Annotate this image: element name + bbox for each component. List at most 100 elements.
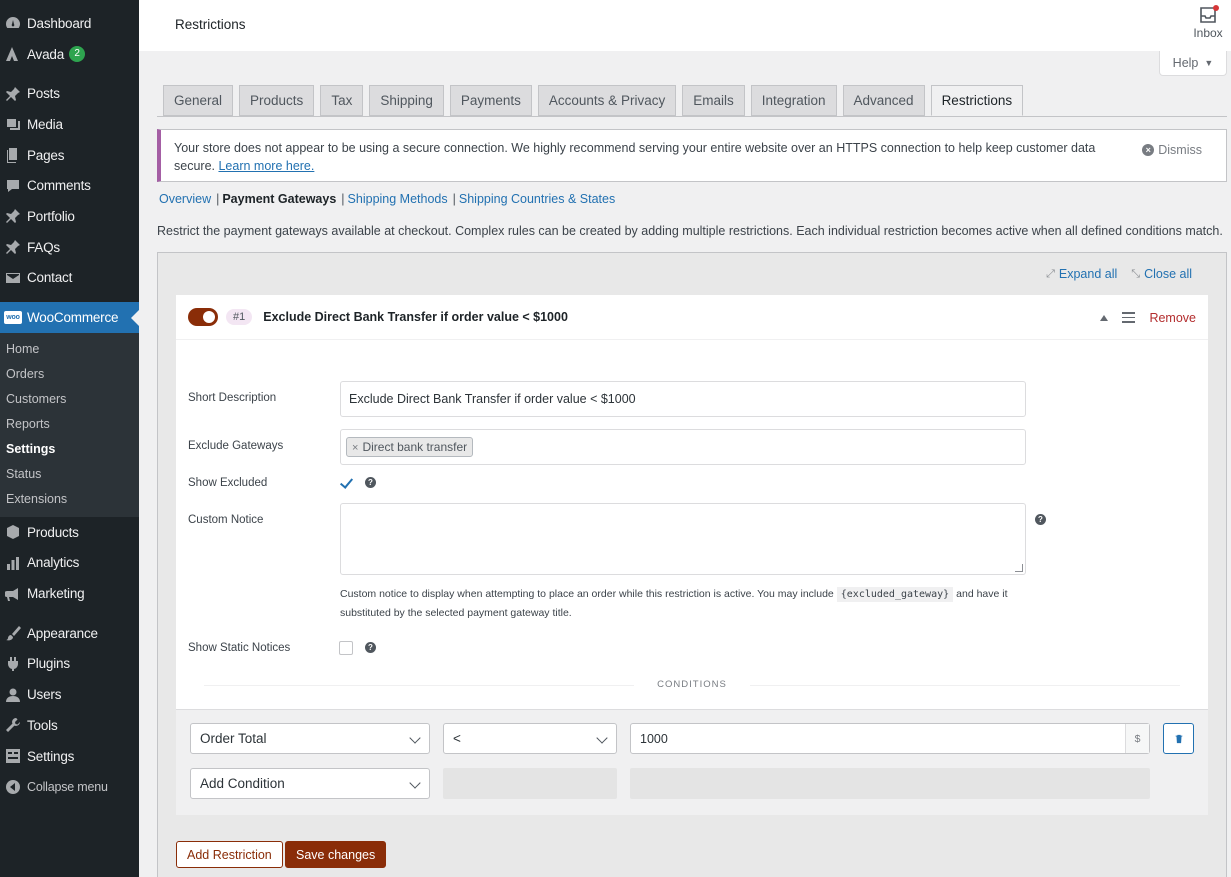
menu-avada-label: Avada	[27, 46, 65, 62]
restriction-number-badge: #1	[226, 309, 253, 325]
subnav-shipping-countries[interactable]: Shipping Countries & States	[459, 192, 615, 206]
show-excluded-checkbox[interactable]	[339, 476, 353, 490]
add-restriction-button[interactable]: Add Restriction	[176, 841, 283, 868]
delete-condition-button[interactable]	[1163, 723, 1194, 754]
menu-portfolio[interactable]: Portfolio	[0, 201, 139, 232]
restriction-header[interactable]: #1 Exclude Direct Bank Transfer if order…	[176, 295, 1208, 340]
value-placeholder	[630, 768, 1150, 799]
close-all-label: Close all	[1144, 267, 1192, 281]
tab-shipping[interactable]: Shipping	[369, 85, 444, 116]
marketing-icon	[4, 585, 21, 602]
menu-comments[interactable]: Comments	[0, 170, 139, 201]
menu-users[interactable]: Users	[0, 679, 139, 710]
update-count-badge: 2	[69, 46, 86, 63]
tab-emails[interactable]: Emails	[682, 85, 745, 116]
learn-more-link[interactable]: Learn more here.	[218, 159, 314, 173]
collapse-caret-icon[interactable]	[1100, 314, 1109, 321]
condition-value-input[interactable]: 1000 $	[630, 723, 1150, 754]
custom-notice-label: Custom Notice	[188, 514, 264, 526]
menu-posts[interactable]: Posts	[0, 78, 139, 109]
exclude-gateways-select[interactable]: × Direct bank transfer	[340, 429, 1026, 465]
collapse-menu-label: Collapse menu	[27, 779, 108, 794]
submenu-home[interactable]: Home	[0, 337, 139, 362]
menu-users-label: Users	[27, 687, 62, 703]
menu-avada[interactable]: Avada 2	[0, 39, 139, 70]
subnav-payment-gateways[interactable]: Payment Gateways	[222, 192, 336, 206]
tab-integration[interactable]: Integration	[750, 85, 837, 116]
expand-all-link[interactable]: ⤢ Expand all	[1046, 267, 1117, 281]
menu-pages[interactable]: Pages	[0, 140, 139, 171]
menu-contact-label: Contact	[27, 270, 73, 286]
menu-settings[interactable]: Settings	[0, 741, 139, 772]
woocommerce-submenu: Home Orders Customers Reports Settings S…	[0, 332, 139, 517]
add-condition-label: Add Condition	[200, 776, 285, 791]
subnav-overview[interactable]: Overview	[159, 192, 211, 206]
collapse-icon	[4, 778, 21, 795]
submenu-settings[interactable]: Settings	[0, 437, 139, 462]
expand-all-label: Expand all	[1058, 267, 1118, 281]
menu-plugins[interactable]: Plugins	[0, 649, 139, 680]
menu-media[interactable]: Media	[0, 109, 139, 140]
exclude-gateways-label: Exclude Gateways	[188, 440, 284, 452]
menu-contact[interactable]: Contact	[0, 263, 139, 294]
users-icon	[4, 686, 21, 703]
drag-handle-icon[interactable]	[1122, 312, 1136, 323]
show-static-notices-help-icon[interactable]: ?	[365, 642, 376, 653]
dismiss-button[interactable]: × Dismiss	[1142, 141, 1202, 159]
tab-accounts-privacy[interactable]: Accounts & Privacy	[537, 85, 677, 116]
tab-payments[interactable]: Payments	[449, 85, 532, 116]
tab-general[interactable]: General	[163, 85, 234, 116]
save-changes-button[interactable]: Save changes	[285, 841, 387, 868]
tab-restrictions[interactable]: Restrictions	[930, 85, 1024, 116]
menu-faqs[interactable]: FAQs	[0, 232, 139, 263]
chevron-down-icon	[409, 777, 421, 789]
inbox-button[interactable]: Inbox	[1193, 5, 1223, 40]
toggle-knob	[203, 311, 215, 323]
resize-grip-icon[interactable]	[1015, 564, 1023, 572]
menu-comments-label: Comments	[27, 178, 91, 194]
submenu-customers[interactable]: Customers	[0, 387, 139, 412]
submenu-extensions[interactable]: Extensions	[0, 487, 139, 512]
menu-appearance[interactable]: Appearance	[0, 618, 139, 649]
show-static-notices-checkbox[interactable]	[339, 641, 353, 655]
tab-tax[interactable]: Tax	[320, 85, 364, 116]
submenu-status[interactable]: Status	[0, 462, 139, 487]
dismiss-icon: ×	[1142, 144, 1155, 156]
https-warning-notice: Your store does not appear to be using a…	[157, 129, 1227, 182]
menu-analytics-label: Analytics	[27, 555, 80, 571]
top-header: Restrictions Inbox	[139, 0, 1231, 51]
conditions-heading: CONDITIONS	[176, 679, 1208, 690]
menu-faqs-label: FAQs	[27, 239, 60, 255]
close-all-link[interactable]: ⤡ Close all	[1131, 267, 1192, 281]
collapse-menu-button[interactable]: Collapse menu	[0, 771, 139, 802]
custom-notice-textarea[interactable]	[340, 503, 1026, 575]
menu-marketing[interactable]: Marketing	[0, 578, 139, 609]
pages-icon	[4, 147, 21, 164]
media-icon	[4, 116, 21, 133]
show-excluded-help-icon[interactable]: ?	[365, 477, 376, 488]
expand-icon: ⤢	[1046, 267, 1055, 280]
menu-woocommerce[interactable]: woo WooCommerce	[0, 302, 139, 333]
add-condition-select[interactable]: Add Condition	[190, 768, 430, 799]
remove-restriction-link[interactable]: Remove	[1149, 311, 1196, 325]
remove-tag-icon[interactable]: ×	[352, 442, 358, 454]
help-label: Help	[1172, 56, 1199, 70]
custom-notice-help-icon[interactable]: ?	[1035, 514, 1046, 525]
menu-products[interactable]: Products	[0, 517, 139, 548]
gateway-tag-label: Direct bank transfer	[362, 440, 468, 454]
menu-dashboard[interactable]: Dashboard	[0, 8, 139, 39]
condition-field-select[interactable]: Order Total	[190, 723, 430, 754]
restriction-enabled-toggle[interactable]	[188, 308, 218, 326]
submenu-orders[interactable]: Orders	[0, 362, 139, 387]
menu-analytics[interactable]: Analytics	[0, 548, 139, 579]
short-description-value: Exclude Direct Bank Transfer if order va…	[349, 392, 636, 406]
tab-products[interactable]: Products	[239, 85, 315, 116]
menu-tools[interactable]: Tools	[0, 710, 139, 741]
subnav-shipping-methods[interactable]: Shipping Methods	[348, 192, 448, 206]
submenu-reports[interactable]: Reports	[0, 412, 139, 437]
short-description-input[interactable]: Exclude Direct Bank Transfer if order va…	[340, 381, 1026, 417]
menu-plugins-label: Plugins	[27, 656, 70, 672]
tab-advanced[interactable]: Advanced	[842, 85, 925, 116]
condition-operator-select[interactable]: <	[443, 723, 617, 754]
help-tab-button[interactable]: Help ▼	[1159, 51, 1227, 76]
